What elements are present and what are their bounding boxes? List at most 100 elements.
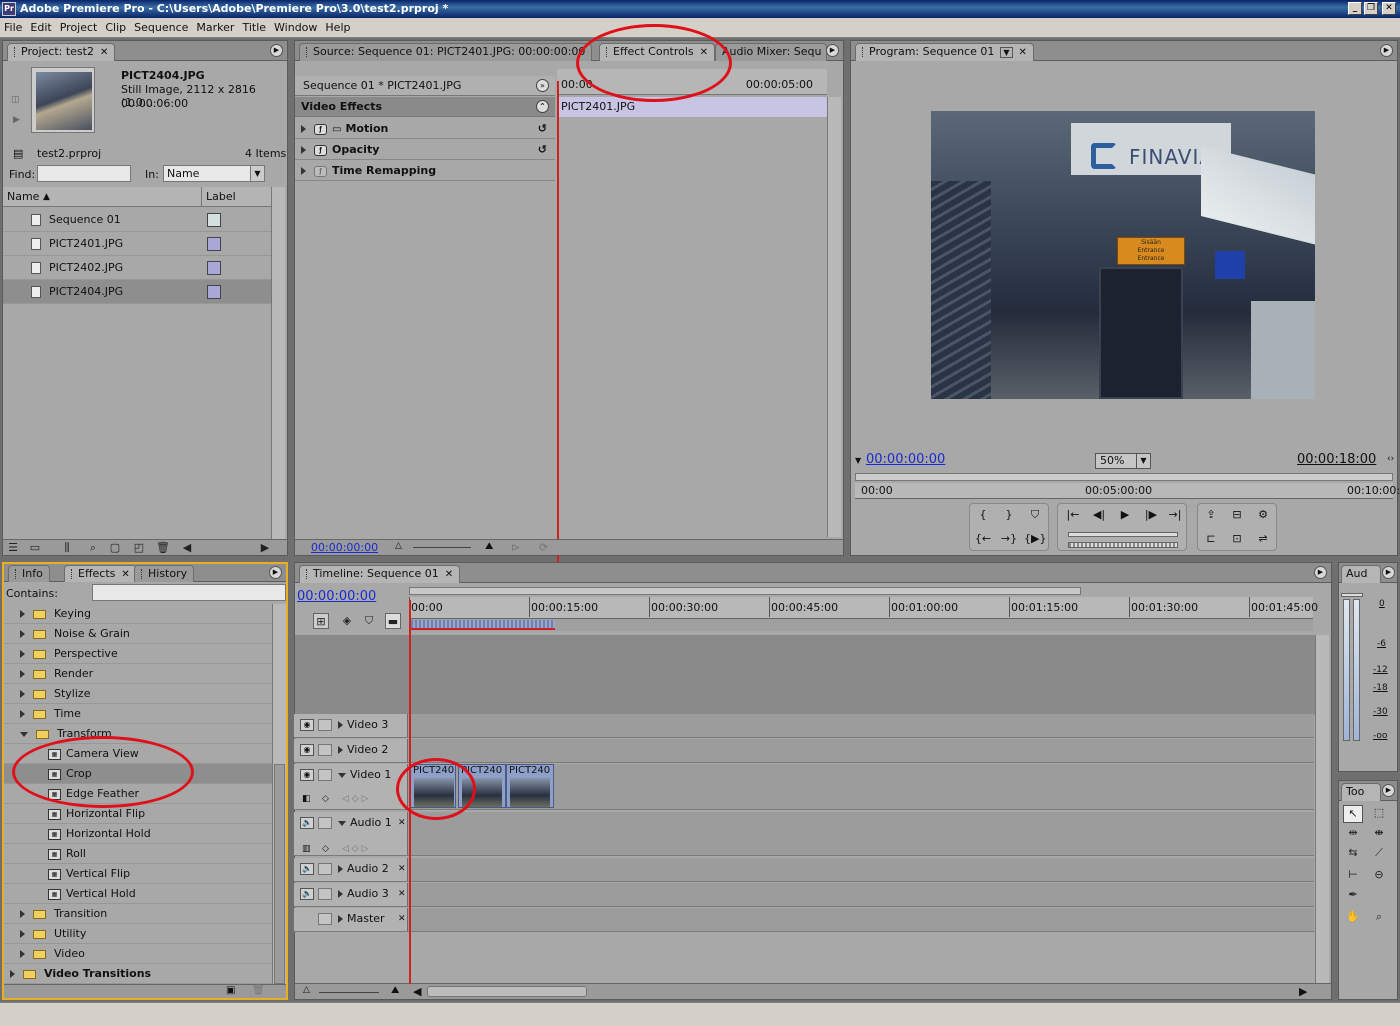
- clip-indicator[interactable]: [1341, 593, 1363, 597]
- effects-folder[interactable]: Perspective: [4, 644, 272, 664]
- zoom-out-icon[interactable]: △: [303, 985, 310, 995]
- new-item-icon[interactable]: ◰: [131, 540, 147, 556]
- effect-row-time-remapping[interactable]: ƒ Time Remapping: [295, 160, 555, 181]
- waveform-icon[interactable]: ▥: [302, 838, 311, 860]
- expand-icon[interactable]: [20, 930, 25, 938]
- rolling-edit-tool-icon[interactable]: ⇼: [1369, 825, 1389, 843]
- go-to-next-edit-icon[interactable]: →|: [1164, 506, 1186, 524]
- poster-frame-icon[interactable]: ◫: [11, 95, 20, 105]
- tab-project[interactable]: Project: test2 ✕: [7, 43, 116, 61]
- collapse-icon[interactable]: ⌃: [536, 100, 549, 113]
- ec-timecode[interactable]: 00:00:00:00: [311, 541, 378, 554]
- effect-row-opacity[interactable]: ƒ Opacity ↺: [295, 139, 555, 160]
- menu-window[interactable]: Window: [270, 18, 321, 38]
- expand-icon[interactable]: [338, 746, 343, 754]
- find-input[interactable]: [37, 165, 131, 182]
- effects-folder[interactable]: Video: [4, 944, 272, 964]
- expand-icon[interactable]: [20, 710, 25, 718]
- tab-source[interactable]: Source: Sequence 01: PICT2401.JPG: 00:00…: [299, 43, 593, 61]
- trim-icon[interactable]: ⊏: [1200, 530, 1222, 548]
- program-timecode[interactable]: 00:00:00:00: [866, 452, 945, 467]
- lock-icon[interactable]: [318, 913, 332, 925]
- contains-input[interactable]: [92, 584, 286, 601]
- expand-icon[interactable]: [20, 630, 25, 638]
- go-to-in-icon[interactable]: {←: [972, 530, 994, 548]
- panel-menu-icon[interactable]: ▶: [269, 566, 282, 579]
- zoom-tool-icon[interactable]: ⌕: [1369, 909, 1389, 927]
- set-marker-icon[interactable]: ⛉: [361, 613, 377, 629]
- icon-view-icon[interactable]: ▭: [27, 540, 43, 556]
- go-to-previous-edit-icon[interactable]: |←: [1062, 506, 1084, 524]
- panel-menu-icon[interactable]: ▶: [1382, 784, 1395, 797]
- step-forward-icon[interactable]: |▶: [1140, 506, 1162, 524]
- work-area-bar[interactable]: [409, 619, 1313, 631]
- effects-scrollbar[interactable]: [272, 604, 286, 984]
- set-out-icon[interactable]: }: [998, 506, 1020, 524]
- menu-help[interactable]: Help: [321, 18, 354, 38]
- column-label-header[interactable]: Label: [201, 187, 236, 207]
- panel-menu-icon[interactable]: ▶: [1314, 566, 1327, 579]
- razor-tool-icon[interactable]: ⟋: [1369, 845, 1389, 863]
- menu-project[interactable]: Project: [56, 18, 102, 38]
- effects-folder[interactable]: Stylize: [4, 684, 272, 704]
- effect-item[interactable]: ▦ Horizontal Flip: [4, 804, 272, 824]
- lock-icon[interactable]: [318, 744, 332, 756]
- keyframe-nav-icon[interactable]: ◁ ◇ ▷: [342, 788, 369, 810]
- list-item[interactable]: PICT2402.JPG: [3, 256, 271, 280]
- effects-folder[interactable]: Render: [4, 664, 272, 684]
- hand-tool-icon[interactable]: ✋: [1343, 909, 1363, 927]
- rate-stretch-tool-icon[interactable]: ⇆: [1343, 845, 1363, 863]
- lock-icon[interactable]: [318, 817, 332, 829]
- motion-icon[interactable]: ▭: [332, 124, 341, 135]
- work-area-range[interactable]: [411, 620, 555, 630]
- timeline-scrollbar[interactable]: [1315, 635, 1329, 983]
- effects-folder[interactable]: Keying: [4, 604, 272, 624]
- zoom-in-icon[interactable]: ⛰: [391, 985, 399, 996]
- lift-icon[interactable]: ⇪: [1200, 506, 1222, 524]
- effect-row-motion[interactable]: ƒ ▭ Motion ↺: [295, 118, 555, 139]
- lock-icon[interactable]: [318, 719, 332, 731]
- collapse-icon[interactable]: [20, 731, 28, 737]
- set-in-icon[interactable]: {: [972, 506, 994, 524]
- loop-icon[interactable]: ⟳: [539, 541, 548, 554]
- zoom-out-icon[interactable]: △: [395, 541, 402, 551]
- expand-arrows-icon[interactable]: ‹›: [1387, 454, 1394, 464]
- safe-margins-icon[interactable]: ⊡: [1226, 530, 1248, 548]
- eye-icon[interactable]: ◉: [300, 769, 314, 781]
- play-thumbnail-icon[interactable]: ▶: [13, 115, 20, 125]
- eye-icon[interactable]: ◉: [300, 719, 314, 731]
- slide-tool-icon[interactable]: ⊖: [1369, 867, 1389, 885]
- find-icon[interactable]: ⌕: [85, 540, 101, 556]
- expand-icon[interactable]: [20, 950, 25, 958]
- tab-timeline[interactable]: Timeline: Sequence 01 ✕: [299, 565, 461, 583]
- new-custom-bin-icon[interactable]: ▣: [226, 985, 235, 996]
- list-item-selected[interactable]: PICT2404.JPG: [3, 280, 271, 304]
- ripple-edit-tool-icon[interactable]: ⇹: [1343, 825, 1363, 843]
- effects-folder[interactable]: Noise & Grain: [4, 624, 272, 644]
- minimize-button[interactable]: _: [1348, 2, 1362, 15]
- close-icon[interactable]: ✕: [445, 569, 453, 580]
- lock-icon[interactable]: [318, 888, 332, 900]
- collapse-icon[interactable]: [338, 820, 346, 826]
- scrollbar-thumb[interactable]: [274, 764, 285, 984]
- speaker-icon[interactable]: 🔈: [300, 817, 314, 829]
- tab-effects[interactable]: Effects ✕: [64, 565, 137, 582]
- panel-menu-icon[interactable]: ▶: [1382, 566, 1395, 579]
- menu-marker[interactable]: Marker: [192, 18, 238, 38]
- program-view-area-bar[interactable]: [855, 473, 1393, 481]
- shuttle-slider[interactable]: [1068, 532, 1178, 537]
- play-in-to-out-icon[interactable]: {▶}: [1024, 530, 1046, 548]
- expand-icon[interactable]: [338, 721, 343, 729]
- zoom-slider[interactable]: [413, 547, 471, 548]
- scroll-left-icon[interactable]: ◀: [179, 540, 195, 556]
- effects-folder[interactable]: Utility: [4, 924, 272, 944]
- expand-icon[interactable]: [20, 690, 25, 698]
- scroll-right-icon[interactable]: ▶: [257, 540, 273, 556]
- program-duration[interactable]: 00:00:18:00: [1297, 452, 1376, 467]
- jog-disk[interactable]: [1068, 542, 1178, 548]
- speaker-icon[interactable]: 🔈: [300, 888, 314, 900]
- menu-title[interactable]: Title: [238, 18, 270, 38]
- speaker-icon[interactable]: 🔈: [300, 863, 314, 875]
- in-select[interactable]: Name ▼: [163, 165, 265, 182]
- effects-root-folder[interactable]: Video Transitions: [4, 964, 272, 984]
